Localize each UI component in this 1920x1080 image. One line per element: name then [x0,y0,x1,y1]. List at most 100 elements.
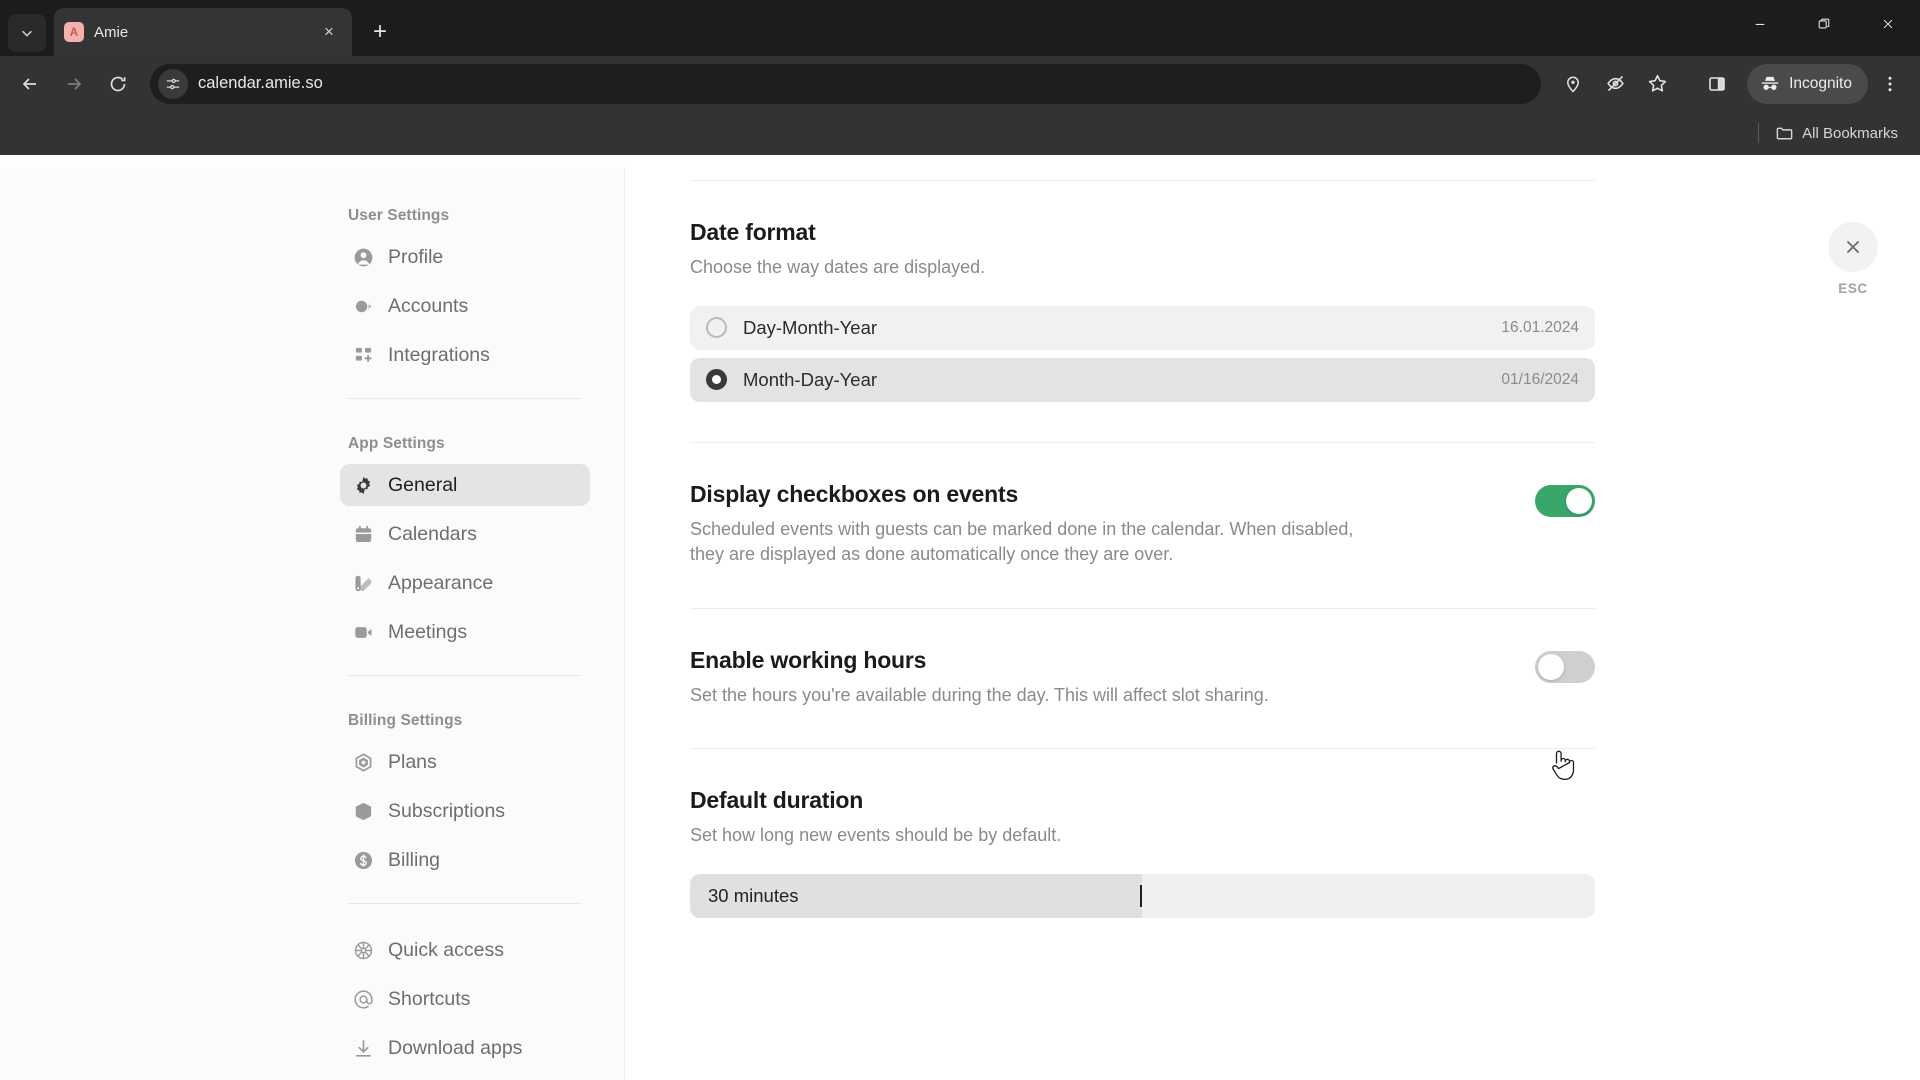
close-icon [1883,19,1893,29]
date-format-option-month-day-year[interactable]: Month-Day-Year 01/16/2024 [690,357,1595,402]
new-tab-button[interactable]: + [362,14,398,50]
incognito-icon [1761,76,1779,90]
address-bar-url: calendar.amie.so [198,74,323,92]
close-tab-button[interactable]: × [316,19,342,45]
option-label: Day-Month-Year [743,316,878,338]
sidebar-item-shortcuts[interactable]: Shortcuts [340,978,590,1020]
browser-menu-button[interactable] [1870,64,1910,104]
site-settings-icon[interactable] [158,68,188,99]
sidebar-item-label: Download apps [388,1036,523,1059]
sidebar-item-label: Subscriptions [388,799,506,822]
box-icon [352,800,374,822]
location-pin-icon[interactable] [1553,64,1593,104]
date-format-option-day-month-year[interactable]: Day-Month-Year 16.01.2024 [690,305,1595,350]
toggle-knob [1566,487,1592,514]
date-format-options: Day-Month-Year 16.01.2024 Month-Day-Year… [690,305,1595,402]
radio-icon [706,317,727,339]
sidebar-item-meetings[interactable]: Meetings [340,611,590,653]
sidebar-item-profile[interactable]: Profile [340,236,590,278]
address-bar[interactable]: calendar.amie.so [150,63,1542,104]
close-window-button[interactable] [1856,0,1920,48]
settings-page: User Settings Profile Accounts Integrati… [0,167,1920,1080]
bookmarks-bar: All Bookmarks [0,111,1920,155]
option-example: 01/16/2024 [1501,370,1579,388]
sidebar-item-appearance[interactable]: Appearance [340,562,590,604]
section-title: Enable working hours [690,646,927,673]
minimize-button[interactable] [1728,0,1792,48]
appearance-icon [352,572,374,594]
section-working-hours: Enable working hours Set the hours you'r… [690,609,1595,709]
option-label: Month-Day-Year [743,368,878,390]
sidebar-item-label: Profile [388,245,444,268]
sidebar-item-label: Shortcuts [388,987,471,1010]
sidebar-item-label: General [388,473,458,496]
minimize-icon [1755,23,1765,25]
sidebar-item-label: Appearance [388,571,494,594]
toggle-knob [1538,653,1564,680]
kebab-menu-icon [1888,76,1892,91]
wheel-icon [352,939,374,961]
section-description: Set the hours you're available during th… [690,684,1269,705]
radio-icon-selected [706,369,727,391]
sidebar-item-general[interactable]: General [340,464,590,506]
browser-toolbar: calendar.amie.so Incognito [0,56,1920,111]
sidebar-divider-1 [348,398,582,399]
bookmarks-separator [1758,123,1760,143]
slider-handle[interactable] [1140,884,1142,907]
tab-search-button[interactable] [8,14,46,52]
sidebar-item-label: Meetings [388,620,468,643]
eye-slash-icon [1606,75,1624,92]
settings-content: Date format Choose the way dates are dis… [625,167,1920,1080]
maximize-button[interactable] [1792,0,1856,48]
close-icon [1847,241,1859,253]
side-panel-icon[interactable] [1697,64,1737,104]
reload-button[interactable] [98,64,138,104]
all-bookmarks-button[interactable]: All Bookmarks [1769,120,1904,147]
sidebar-item-label: Calendars [388,522,477,545]
tab-strip: A Amie × + [0,0,1920,56]
forward-button[interactable] [54,64,94,104]
sidebar-item-accounts[interactable]: Accounts [340,285,590,327]
grid-plus-icon [352,344,374,366]
section-title: Date format [690,219,816,245]
eye-off-icon[interactable] [1595,64,1635,104]
section-description: Choose the way dates are displayed. [690,257,986,277]
section-text: Display checkboxes on events Scheduled e… [690,481,1390,568]
star-icon [1648,74,1666,92]
incognito-indicator[interactable]: Incognito [1747,63,1868,104]
pin-icon [1567,76,1580,93]
sidebar-item-download-apps[interactable]: Download apps [340,1027,590,1069]
section-description: Scheduled events with guests can be mark… [690,518,1354,565]
section-text: Enable working hours Set the hours you'r… [690,647,1390,709]
hexagon-icon [352,751,374,773]
at-icon [352,988,374,1010]
esc-label: ESC [1838,281,1868,296]
sidebar-nav: User Settings Profile Accounts Integrati… [340,167,590,1069]
tab-title: Amie [94,23,129,41]
panel-icon [1709,76,1725,91]
calendar-icon [352,523,374,545]
sidebar-item-subscriptions[interactable]: Subscriptions [340,790,590,832]
sidebar-item-label: Quick access [388,938,504,961]
bookmark-star-icon[interactable] [1637,64,1677,104]
default-duration-slider[interactable]: 30 minutes [690,873,1595,918]
sidebar-item-billing[interactable]: Billing [340,839,590,881]
sidebar-item-calendars[interactable]: Calendars [340,513,590,555]
close-settings-block: ESC [1828,222,1878,296]
arrow-left-icon [22,77,36,90]
sidebar-group-billing-settings: Billing Settings [348,712,463,729]
browser-tab-amie[interactable]: A Amie × [54,8,352,56]
sidebar-item-label: Integrations [388,343,490,366]
window-controls [1728,0,1920,48]
back-button[interactable] [10,64,50,104]
sidebar-item-quick-access[interactable]: Quick access [340,929,590,971]
enable-working-hours-toggle[interactable] [1535,650,1595,683]
close-settings-button[interactable] [1828,222,1878,272]
sidebar-item-integrations[interactable]: Integrations [340,334,590,376]
sidebar-item-plans[interactable]: Plans [340,741,590,783]
chevron-down-icon [22,30,32,37]
sidebar-group-app-settings: App Settings [348,435,445,452]
sidebar-item-label: Accounts [388,294,469,317]
section-description: Set how long new events should be by def… [690,825,1062,846]
display-checkboxes-toggle[interactable] [1535,484,1595,517]
